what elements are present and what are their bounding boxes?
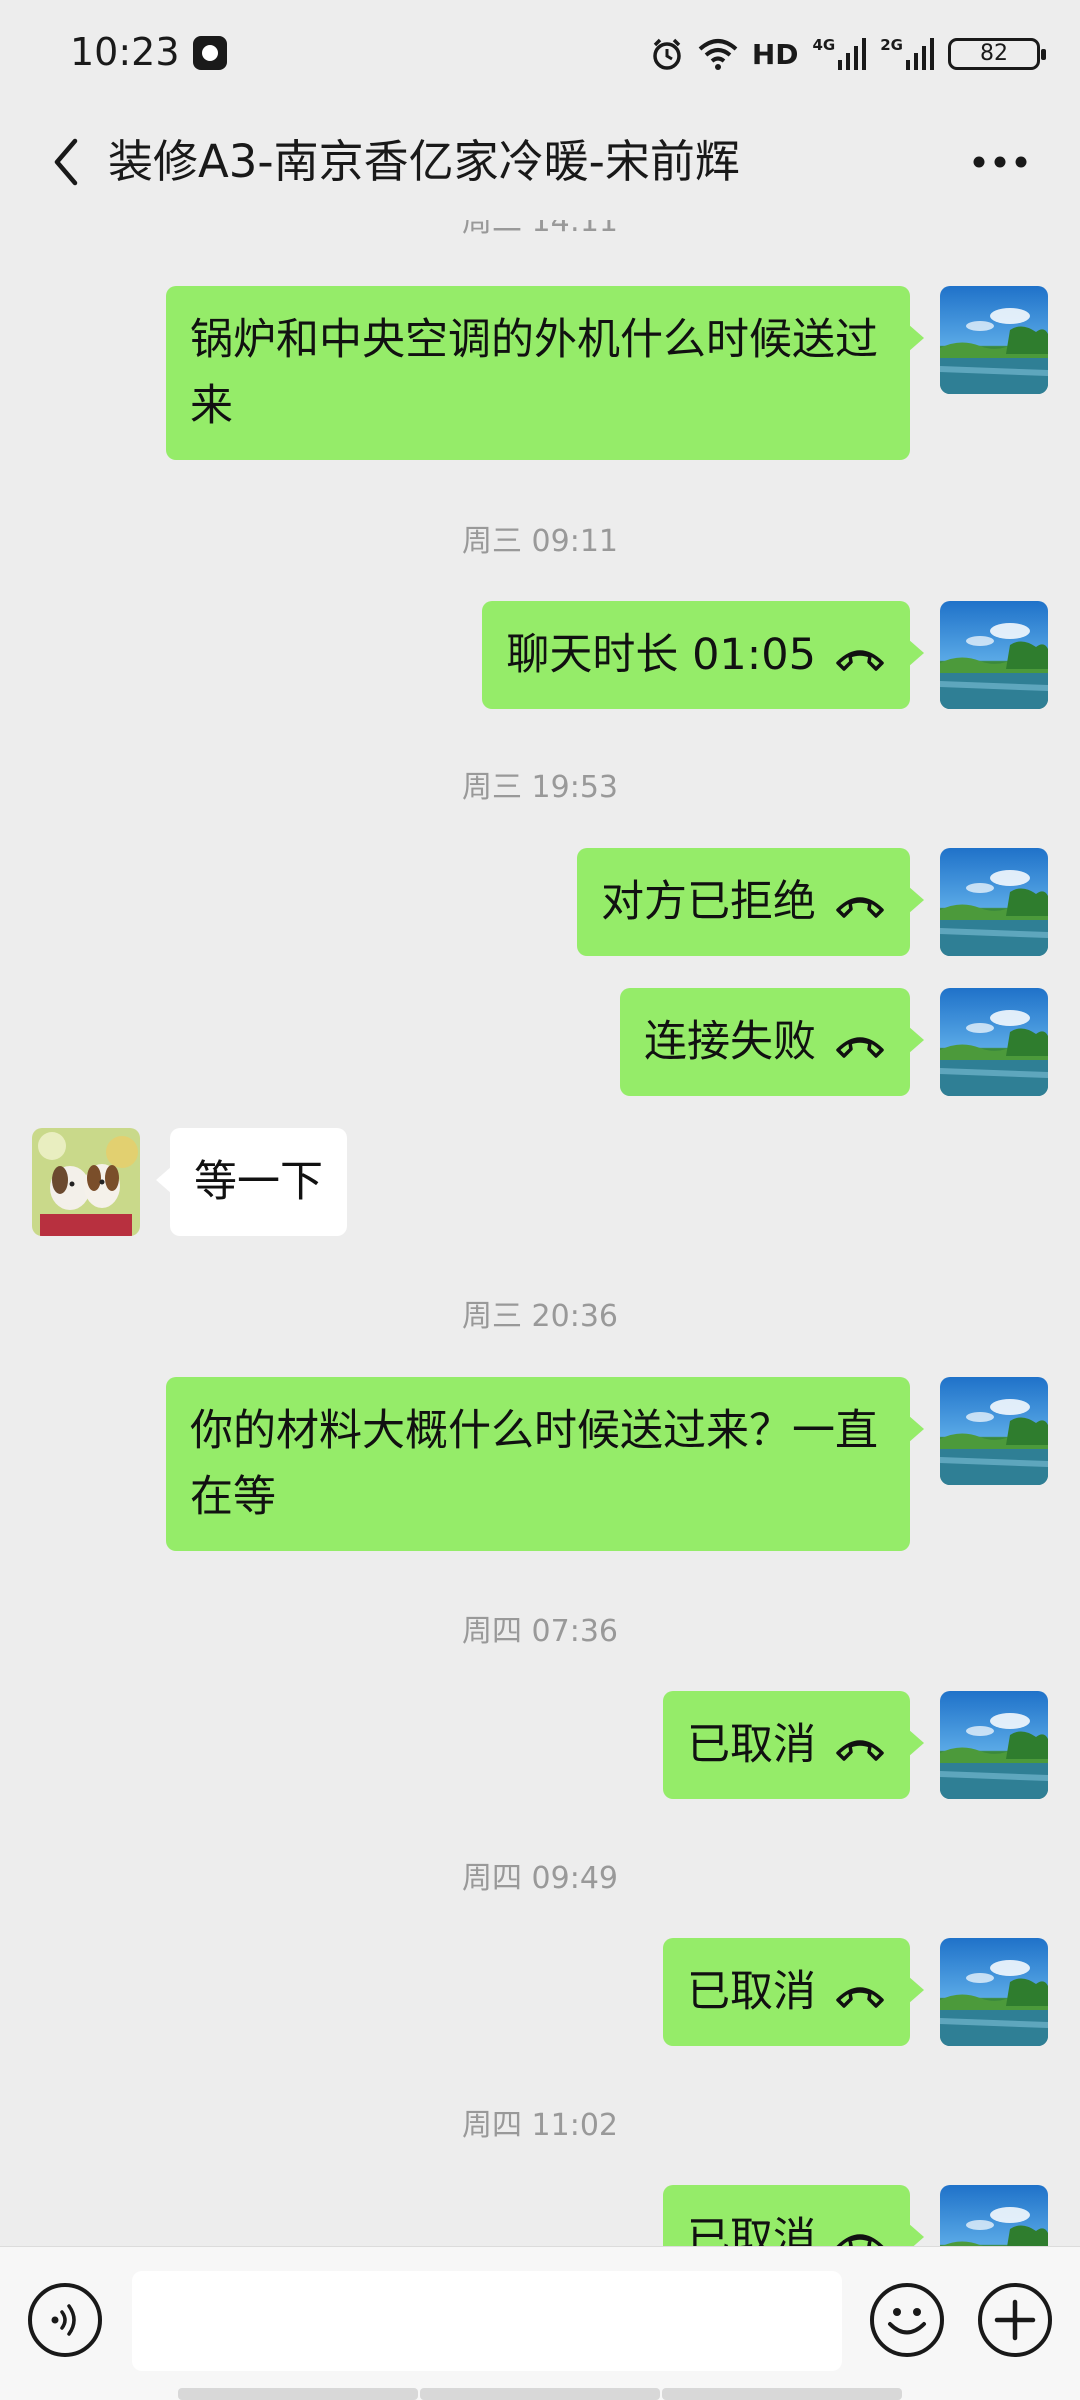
status-time: 10:23 — [70, 30, 180, 74]
my-avatar[interactable] — [940, 2185, 1048, 2246]
message-bubble-sent[interactable]: 锅炉和中央空调的外机什么时候送过来 — [166, 286, 924, 460]
back-button[interactable] — [30, 126, 102, 198]
call-status-text: 已取消 — [687, 2214, 816, 2246]
my-avatar[interactable] — [940, 1377, 1048, 1485]
call-status-text: 已取消 — [687, 1720, 816, 1770]
plus-button[interactable] — [978, 2283, 1052, 2357]
nav-bar-segment — [420, 2388, 660, 2400]
call-status-text: 已取消 — [687, 1967, 816, 2017]
timestamp: 周三 20:36 — [462, 1299, 618, 1334]
chat-header: 装修A3-南京香亿家冷暖-宋前辉 — [0, 108, 1080, 220]
my-avatar[interactable] — [940, 848, 1048, 956]
battery-indicator: 82 — [948, 38, 1046, 70]
nav-bar-segment — [662, 2388, 902, 2400]
my-avatar[interactable] — [940, 1938, 1048, 2046]
call-bubble-sent[interactable]: 已取消 — [663, 2185, 924, 2247]
signal-bars-icon — [906, 38, 934, 70]
plus-icon — [994, 2299, 1036, 2341]
timestamp: 周四 07:36 — [462, 1614, 618, 1649]
timestamp: 周四 09:49 — [462, 1861, 618, 1896]
call-bubble-sent[interactable]: 对方已拒绝 — [577, 848, 924, 956]
contact-avatar[interactable] — [32, 1128, 140, 1236]
emoji-icon — [888, 2308, 926, 2335]
timestamp: 周二 14:11 — [462, 220, 618, 239]
message-list[interactable]: 周二 14:11 锅炉和中央空调的外机什么时候送过来 周三 09:11 聊天时长… — [0, 220, 1080, 2246]
message-input[interactable] — [132, 2271, 842, 2371]
input-bar — [0, 2246, 1080, 2400]
wifi-icon — [698, 39, 738, 70]
chevron-left-icon — [54, 138, 78, 186]
voice-icon — [51, 2304, 76, 2336]
call-status-text: 连接失败 — [644, 1017, 816, 1067]
more-horizontal-icon — [973, 156, 1027, 168]
chat-title: 装修A3-南京香亿家冷暖-宋前辉 — [108, 135, 740, 188]
notification-icon — [193, 36, 227, 70]
signal-bars-icon — [838, 38, 867, 70]
phone-hangup-icon — [834, 643, 886, 673]
call-bubble-sent[interactable]: 已取消 — [663, 1938, 924, 2046]
signal-2g: 2G — [880, 38, 934, 70]
more-button[interactable] — [960, 126, 1040, 198]
status-bar: 10:23 HD 4G 2G 82 — [0, 0, 1080, 108]
message-bubble-sent[interactable]: 你的材料大概什么时候送过来？一直在等 — [166, 1377, 924, 1551]
my-avatar[interactable] — [940, 1691, 1048, 1799]
message-bubble-received[interactable]: 等一下 — [156, 1128, 347, 1236]
phone-hangup-icon — [834, 890, 886, 920]
timestamp: 周三 09:11 — [462, 524, 618, 559]
nav-bar-segment — [178, 2388, 418, 2400]
voice-button[interactable] — [28, 2283, 102, 2357]
emoji-button[interactable] — [870, 2283, 944, 2357]
call-bubble-sent[interactable]: 聊天时长 01:05 — [482, 601, 924, 709]
status-indicators: HD 4G 2G 82 — [650, 32, 1046, 76]
alarm-icon — [653, 38, 681, 70]
my-avatar[interactable] — [940, 601, 1048, 709]
call-bubble-sent[interactable]: 连接失败 — [620, 988, 924, 1096]
phone-hangup-icon — [834, 1733, 886, 1763]
my-avatar[interactable] — [940, 988, 1048, 1096]
call-duration-text: 聊天时长 01:05 — [506, 630, 816, 680]
hd-label: HD — [751, 37, 799, 71]
signal-4g: 4G — [813, 38, 867, 70]
phone-hangup-icon — [834, 1980, 886, 2010]
my-avatar[interactable] — [940, 286, 1048, 394]
phone-hangup-icon — [834, 2227, 886, 2247]
timestamp: 周四 11:02 — [462, 2108, 618, 2143]
call-bubble-sent[interactable]: 已取消 — [663, 1691, 924, 1799]
phone-hangup-icon — [834, 1030, 886, 1060]
timestamp: 周三 19:53 — [462, 770, 618, 805]
call-status-text: 对方已拒绝 — [601, 877, 816, 927]
